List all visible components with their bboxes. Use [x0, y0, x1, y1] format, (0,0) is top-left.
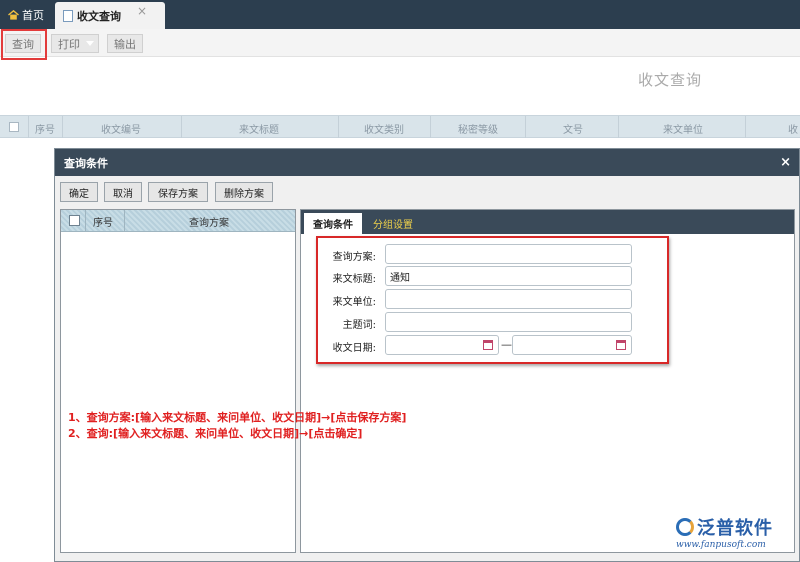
select-all-checkbox[interactable]	[9, 122, 19, 132]
form-highlight-box	[316, 236, 669, 364]
dialog-title: 查询条件	[64, 156, 108, 170]
tab-home[interactable]: 首页	[0, 0, 52, 29]
brand-logo: 泛普软件	[676, 514, 773, 540]
instruction-note: 1、查询方案:[输入来文标题、来问单位、收文日期]→[点击保存方案]	[68, 411, 407, 424]
toolbar: 查询 打印 输出	[0, 29, 800, 57]
column-header[interactable]: 秘密等级	[458, 121, 498, 136]
page-title: 收文查询	[637, 71, 702, 89]
instruction-note: 2、查询:[输入来文标题、来问单位、收文日期]→[点击确定]	[68, 427, 363, 440]
conditions-tabs: 查询条件 分组设置	[301, 210, 794, 234]
column-header[interactable]: 收文类别	[364, 121, 404, 136]
delete-scheme-button[interactable]: 删除方案	[215, 182, 273, 202]
column-divider	[525, 116, 526, 138]
column-divider	[618, 116, 619, 138]
confirm-button[interactable]: 确定	[60, 182, 98, 202]
save-scheme-button[interactable]: 保存方案	[148, 182, 208, 202]
tab-query-conditions[interactable]: 查询条件	[304, 213, 362, 234]
column-header[interactable]: 来文单位	[663, 121, 703, 136]
logo-name: 泛普软件	[697, 518, 773, 539]
close-icon[interactable]: ×	[780, 155, 791, 170]
logo-icon	[676, 518, 694, 536]
scheme-list-panel: 序号 查询方案	[60, 209, 296, 553]
chevron-down-icon	[86, 40, 94, 46]
cancel-button[interactable]: 取消	[104, 182, 142, 202]
print-label: 打印	[58, 37, 80, 51]
export-button[interactable]: 输出	[107, 34, 143, 53]
column-divider	[62, 116, 63, 138]
select-all-schemes-checkbox[interactable]	[69, 215, 80, 226]
scheme-list-header: 序号 查询方案	[61, 210, 295, 232]
column-divider	[181, 116, 182, 138]
home-icon	[8, 9, 19, 20]
tab-receive-query-label: 收文查询	[77, 9, 121, 23]
column-divider	[745, 116, 746, 138]
tab-home-label: 首页	[22, 8, 44, 22]
column-header[interactable]: 收文编号	[101, 121, 141, 136]
column-divider	[28, 116, 29, 138]
column-header[interactable]: 收	[788, 121, 798, 136]
column-header[interactable]: 序号	[35, 121, 55, 136]
column-divider	[338, 116, 339, 138]
column-header[interactable]: 来文标题	[239, 121, 279, 136]
column-divider	[430, 116, 431, 138]
column-divider	[85, 210, 86, 231]
query-highlight-box	[1, 29, 47, 60]
tab-group-settings[interactable]: 分组设置	[373, 216, 413, 231]
column-header[interactable]: 文号	[563, 121, 583, 136]
tab-close-icon[interactable]: ×	[137, 4, 147, 18]
grid-header: 序号 收文编号 来文标题 收文类别 秘密等级 文号 来文单位 收	[0, 115, 800, 138]
logo-url: www.fanpusoft.com	[676, 540, 766, 550]
tab-receive-query[interactable]: 收文查询 ×	[55, 2, 165, 29]
tab-bar: 首页 收文查询 ×	[0, 0, 800, 29]
print-button[interactable]: 打印	[51, 34, 99, 53]
dialog-titlebar: 查询条件 ×	[55, 149, 799, 176]
document-icon	[63, 9, 73, 22]
seq-column-header[interactable]: 序号	[93, 214, 113, 229]
column-divider	[124, 210, 125, 231]
scheme-column-header[interactable]: 查询方案	[189, 214, 229, 229]
